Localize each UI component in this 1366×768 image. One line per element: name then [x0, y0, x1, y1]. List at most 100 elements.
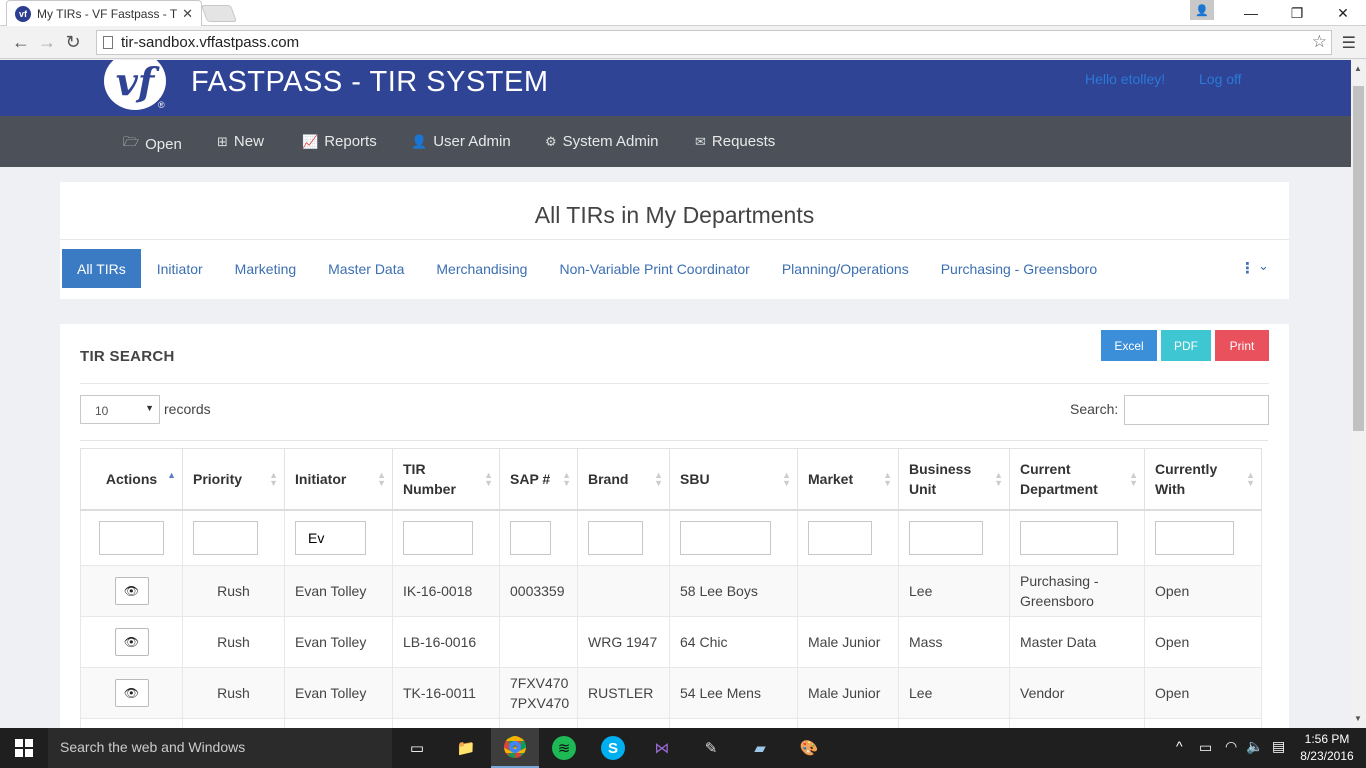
folder-open-icon: 🗁 [123, 134, 140, 149]
column-header-sap[interactable]: SAP # ▲ ▼ [499, 448, 578, 511]
restore-icon[interactable]: ❐ [1274, 0, 1320, 26]
column-label: TIR Number [403, 460, 456, 497]
line-chart-icon: 📈 [302, 133, 319, 149]
filter-input-sbu[interactable] [680, 520, 771, 555]
chrome-icon[interactable] [491, 728, 539, 768]
tab-non-variable-print-coordinator[interactable]: Non-Variable Print Coordinator [543, 249, 765, 288]
browser-menu-icon[interactable]: ☰ [1342, 33, 1356, 53]
column-header-priority[interactable]: Priority ▲ ▼ [182, 448, 285, 511]
app-title: FASTPASS - TIR SYSTEM [191, 66, 549, 98]
notes-icon[interactable]: ▰ [748, 736, 772, 760]
tir-table: Actions ▲ Priority ▲ ▼ Initiator ▲ ▼ TIR Numb… [80, 448, 1262, 728]
column-label: Actions [105, 470, 158, 487]
paint-icon[interactable]: 🎨 [797, 736, 821, 760]
minimize-icon[interactable]: — [1228, 0, 1274, 26]
cell-tir-number: IK-16-0018 [392, 565, 500, 617]
page-length-select[interactable]: 10 ▼ [80, 395, 160, 424]
window-controls: 👤 — ❐ ✕ [1176, 0, 1366, 26]
filter-input-currently-with[interactable] [1155, 520, 1234, 555]
spotify-icon[interactable]: ≋ [552, 736, 576, 760]
tab-initiator[interactable]: Initiator [141, 249, 219, 288]
sort-icon: ▲ ▼ [883, 470, 892, 488]
view-tir-button[interactable]: 👁 [114, 628, 149, 656]
hello-user-link[interactable]: Hello etolley! [1085, 71, 1165, 87]
start-button[interactable] [0, 728, 48, 768]
column-header-initiator[interactable]: Initiator ▲ ▼ [284, 448, 393, 511]
tray-chevron-icon[interactable]: ^ [1176, 738, 1183, 754]
log-off-link[interactable]: Log off [1199, 71, 1242, 87]
taskbar-search[interactable]: Search the web and Windows [48, 728, 392, 768]
column-header-current-department[interactable]: Current Department ▲ ▼ [1009, 448, 1145, 511]
excel-button[interactable]: Excel [1101, 330, 1157, 361]
close-window-icon[interactable]: ✕ [1320, 0, 1366, 26]
filter-input-actions[interactable] [99, 520, 164, 555]
table-row: 👁 Rush Evan Tolley IK-16-0018 0003359 58… [80, 565, 1262, 617]
windows-taskbar: Search the web and Windows ▭ 📁 ≋ S ⋈ ✎ ▰… [0, 728, 1366, 768]
forward-icon[interactable]: → [34, 32, 60, 53]
tab-all-tirs[interactable]: All TIRs [62, 249, 141, 288]
nav-user-admin[interactable]: 👤 User Admin [411, 133, 511, 150]
scrollbar-thumb[interactable] [1353, 86, 1364, 431]
nav-new[interactable]: ⊞ New [217, 133, 264, 150]
column-header-market[interactable]: Market ▲ ▼ [797, 448, 899, 511]
tab-planning-operations[interactable]: Planning/Operations [766, 249, 925, 288]
column-header-business-unit[interactable]: Business Unit ▲ ▼ [898, 448, 1010, 511]
file-explorer-icon[interactable]: 📁 [454, 736, 478, 760]
nav-system-admin[interactable]: ⚙ System Admin [545, 133, 659, 150]
skype-icon[interactable]: S [601, 736, 625, 760]
task-view-icon[interactable]: ▭ [405, 736, 429, 760]
pdf-button[interactable]: PDF [1161, 330, 1211, 361]
reload-icon[interactable]: ↻ [60, 32, 86, 53]
filter-input-priority[interactable] [193, 520, 258, 555]
cell-brand: RUSTLER [577, 667, 670, 719]
tab-purchasing-greensboro[interactable]: Purchasing - Greensboro [925, 249, 1113, 288]
print-button[interactable]: Print [1215, 330, 1269, 361]
page-scrollbar[interactable]: ▲ ▼ [1351, 60, 1366, 728]
tab-master-data[interactable]: Master Data [312, 249, 420, 288]
cell-sap: 7FXV470 7PXV470 [499, 667, 578, 719]
filter-input-current-department[interactable] [1020, 520, 1118, 555]
battery-icon[interactable]: ▭ [1199, 739, 1212, 756]
column-header-brand[interactable]: Brand ▲ ▼ [577, 448, 670, 511]
filter-input-market[interactable] [808, 520, 872, 555]
wifi-icon[interactable]: ◠ [1225, 738, 1237, 755]
column-header-actions[interactable]: Actions ▲ [80, 448, 183, 511]
scroll-up-icon[interactable]: ▲ [1354, 64, 1362, 73]
address-bar[interactable]: tir-sandbox.vffastpass.com ☆ [96, 30, 1332, 55]
back-icon[interactable]: ← [8, 32, 34, 53]
table-row: 👁 Rush Evan Tolley TK-16-0011 7FXV470 7P… [80, 667, 1262, 719]
clock-time: 1:56 PM [1304, 732, 1350, 746]
tools-icon[interactable]: ✎ [699, 736, 723, 760]
filter-input-business-unit[interactable] [909, 520, 983, 555]
nav-requests[interactable]: ✉ Requests [695, 133, 775, 150]
chevron-down-icon[interactable]: ⌄ [1258, 258, 1269, 274]
filter-input-brand[interactable] [588, 520, 643, 555]
plus-square-icon: ⊞ [217, 133, 228, 149]
filter-input-initiator[interactable] [295, 520, 366, 555]
nav-reports[interactable]: 📈 Reports [302, 133, 377, 150]
column-header-tir-number[interactable]: TIR Number ▲ ▼ [392, 448, 500, 511]
view-tir-button[interactable]: 👁 [114, 679, 149, 707]
sort-icon: ▲ ▼ [377, 470, 386, 488]
filter-input-tir-number[interactable] [403, 520, 473, 555]
tab-marketing[interactable]: Marketing [219, 249, 312, 288]
search-input[interactable] [1124, 395, 1269, 425]
tab-close-icon[interactable]: ✕ [182, 6, 193, 22]
filter-input-sap[interactable] [510, 520, 551, 555]
volume-icon[interactable]: 🔈 [1246, 738, 1263, 755]
profile-icon[interactable]: 👤 [1190, 0, 1214, 20]
bookmark-star-icon[interactable]: ☆ [1312, 32, 1327, 52]
nav-open[interactable]: 🗁 Open [123, 133, 182, 155]
scroll-down-icon[interactable]: ▼ [1354, 714, 1362, 723]
tab-merchandising[interactable]: Merchandising [420, 249, 543, 288]
notifications-icon[interactable]: ▤ [1272, 738, 1285, 755]
visual-studio-icon[interactable]: ⋈ [650, 736, 674, 760]
new-tab-button[interactable] [200, 5, 238, 22]
view-tir-button[interactable]: 👁 [114, 577, 149, 605]
column-header-currently-with[interactable]: Currently With ▲ ▼ [1144, 448, 1262, 511]
column-header-sbu[interactable]: SBU ▲ ▼ [669, 448, 798, 511]
taskbar-clock[interactable]: 1:56 PM 8/23/2016 [1296, 731, 1358, 765]
browser-tab[interactable]: vf My TIRs - VF Fastpass - TIR ✕ [6, 0, 202, 26]
more-tabs-icon[interactable]: ⋮ [1240, 259, 1255, 277]
vf-logo[interactable]: vf [104, 60, 166, 110]
